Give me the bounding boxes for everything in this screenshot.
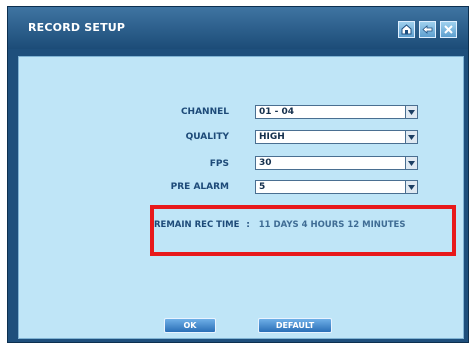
chevron-down-icon bbox=[405, 157, 417, 169]
back-icon bbox=[422, 25, 433, 34]
quality-select[interactable]: HIGH bbox=[255, 130, 418, 144]
close-button[interactable] bbox=[440, 21, 457, 38]
default-button[interactable]: DEFAULT bbox=[258, 318, 332, 333]
fps-label: FPS bbox=[209, 159, 229, 169]
pre-alarm-value: 5 bbox=[259, 182, 266, 192]
window-title: RECORD SETUP bbox=[28, 21, 126, 34]
channel-label: CHANNEL bbox=[180, 107, 229, 117]
chevron-down-icon bbox=[405, 106, 417, 118]
fps-select[interactable]: 30 bbox=[255, 156, 418, 170]
close-icon bbox=[444, 25, 453, 34]
settings-panel: CHANNEL 01 - 04 QUALITY HIGH FPS 30 PRE … bbox=[18, 56, 464, 339]
quality-label: QUALITY bbox=[185, 132, 229, 142]
ok-button[interactable]: OK bbox=[164, 318, 216, 333]
channel-select[interactable]: 01 - 04 bbox=[255, 105, 418, 119]
chevron-down-icon bbox=[405, 181, 417, 193]
record-setup-window: RECORD SETUP CHANNEL 01 - 04 QUALITY HIG… bbox=[7, 6, 469, 343]
pre-alarm-label: PRE ALARM bbox=[170, 182, 229, 192]
chevron-down-icon bbox=[405, 131, 417, 143]
fps-value: 30 bbox=[259, 158, 272, 168]
title-bar: RECORD SETUP bbox=[8, 7, 468, 49]
home-icon bbox=[401, 24, 412, 35]
channel-value: 01 - 04 bbox=[259, 107, 295, 117]
back-button[interactable] bbox=[419, 21, 436, 38]
quality-value: HIGH bbox=[259, 132, 285, 142]
pre-alarm-select[interactable]: 5 bbox=[255, 180, 418, 194]
highlight-box bbox=[150, 205, 456, 256]
home-button[interactable] bbox=[398, 21, 415, 38]
